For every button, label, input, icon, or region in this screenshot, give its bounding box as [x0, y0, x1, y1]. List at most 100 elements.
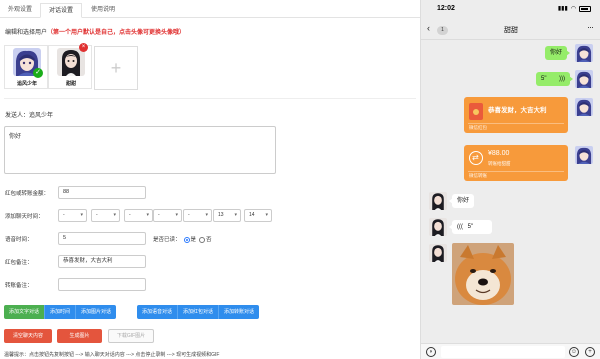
read-status: 是否已读： 是 否	[153, 235, 212, 243]
avatar	[575, 70, 593, 88]
clear-chat-button[interactable]: 清空聊天内容	[4, 329, 52, 343]
add-user-button[interactable]: +	[94, 46, 138, 90]
avatar	[575, 146, 593, 164]
read-no-radio[interactable]	[199, 236, 206, 243]
received-text-bubble: 你好	[448, 194, 475, 208]
add-voice-button[interactable]: 添加语音对话	[137, 305, 178, 319]
plus-icon[interactable]: +	[585, 347, 595, 357]
redpacket-text: 恭喜发财，大吉大利	[488, 107, 547, 114]
message-textarea[interactable]: 你好	[4, 126, 276, 174]
month-select[interactable]: - ▾	[91, 209, 120, 222]
voice-seconds: 5"	[467, 224, 474, 230]
transfer-subtext: 转账给甜甜	[488, 161, 511, 166]
chevron-down-icon: ▾	[205, 212, 208, 218]
transfer-icon	[469, 151, 483, 165]
more-icon[interactable]: ···	[587, 22, 594, 32]
card-divider	[468, 171, 564, 172]
voice-seconds-input[interactable]: 5	[58, 232, 146, 245]
chat-input[interactable]	[441, 346, 565, 358]
tab-instructions[interactable]: 使用说明	[84, 3, 122, 18]
transfer-note-label: 转账备注：	[5, 283, 33, 289]
avatar	[429, 244, 447, 262]
year-select[interactable]: - ▾	[58, 209, 87, 222]
chevron-down-icon: ▾	[175, 212, 178, 218]
voice-seconds: 5"	[541, 76, 547, 82]
redpacket-label: 微信红包	[469, 125, 487, 130]
emoji-icon[interactable]: ☺	[569, 347, 579, 357]
transfer-amount: ¥88.00	[488, 150, 510, 157]
received-voice-bubble: ((( 5"	[449, 220, 492, 234]
chevron-down-icon: ▾	[80, 212, 83, 218]
check-icon: ✓	[33, 68, 43, 78]
read-yes-label: 是	[190, 237, 197, 243]
generate-image-button[interactable]: 生成图片	[57, 329, 102, 343]
minute-select[interactable]: 14 ▾	[244, 209, 272, 222]
settings-tabs: 外观设置 对话设置 使用说明	[0, 3, 420, 18]
users-hint-note: （第一个用户默认是自己，点击头像可更换头像哦）	[47, 30, 186, 36]
read-yes-radio[interactable]	[183, 236, 190, 243]
chat-header: ‹ 1 甜甜 ···	[421, 20, 600, 40]
sender-line: 发送人：追风少年	[5, 110, 53, 119]
transfer-label: 微信转账	[469, 173, 487, 178]
avatar	[575, 98, 593, 116]
add-redpacket-button[interactable]: 添加红包对话	[177, 305, 219, 319]
weekday-select[interactable]: - ▾	[153, 209, 182, 222]
avatar	[429, 218, 447, 236]
editor-panel: 外观设置 对话设置 使用说明 编辑和选择用户（第一个用户默认是自己，点击头像可更…	[0, 0, 420, 359]
download-gif-button[interactable]: 下载GIF图片	[108, 329, 154, 343]
user-name: 甜甜	[65, 81, 76, 87]
sent-text-bubble: 你好	[545, 46, 571, 60]
add-image-button[interactable]: 添加图片对话	[75, 305, 117, 319]
voice-label: 语音时间：	[5, 237, 33, 243]
add-time-label: 添加聊天时间：	[5, 214, 44, 220]
users-hint: 编辑和选择用户（第一个用户默认是自己，点击头像可更换头像哦）	[5, 27, 185, 36]
status-bar: 12:02 ▮▮▮ ◠	[421, 0, 600, 18]
user-card-self[interactable]: ✓ 追风少年	[4, 45, 48, 89]
add-text-button[interactable]: 添加文字对话	[4, 305, 45, 319]
divider	[4, 98, 416, 99]
battery-icon	[579, 5, 591, 12]
hour-select[interactable]: 13 ▾	[213, 209, 241, 222]
wifi-icon: ◠	[570, 6, 576, 12]
voice-icon: (((	[457, 224, 463, 230]
signal-icon: ▮▮▮	[557, 6, 568, 12]
status-time: 12:02	[437, 5, 455, 12]
redpacket-note-input[interactable]: 恭喜发财，大吉大利	[58, 255, 146, 268]
add-transfer-button[interactable]: 添加转账对话	[218, 305, 260, 319]
day-select[interactable]: - ▾	[124, 209, 153, 222]
close-icon[interactable]: ×	[79, 43, 88, 52]
voice-icon[interactable]: ◗	[426, 347, 436, 357]
chevron-down-icon: ▾	[265, 212, 268, 218]
card-divider	[468, 123, 564, 124]
chevron-down-icon: ▾	[234, 212, 237, 218]
chat-input-bar: ◗ ☺ +	[421, 343, 600, 359]
avatar[interactable]	[57, 48, 85, 76]
transfer-card[interactable]: ¥88.00 转账给甜甜 微信转账	[464, 145, 568, 181]
received-image[interactable]	[452, 243, 514, 305]
redpacket-card[interactable]: 恭喜发财，大吉大利 微信红包	[464, 97, 568, 133]
voice-icon: )))	[559, 76, 565, 82]
tab-dialog[interactable]: 对话设置	[40, 3, 82, 18]
period-select[interactable]: - ▾	[183, 209, 212, 222]
transfer-note-input[interactable]	[58, 278, 146, 291]
avatar	[575, 44, 593, 62]
secondary-action-group: 添加语音对话 添加红包对话 添加转账对话	[137, 305, 260, 319]
tab-appearance[interactable]: 外观设置	[0, 3, 40, 18]
redpacket-icon	[469, 103, 483, 120]
amount-label: 红包或转账金额：	[5, 191, 50, 197]
users-hint-prefix: 编辑和选择用户	[5, 30, 48, 36]
chevron-down-icon: ▾	[113, 212, 116, 218]
usage-tip: 温馨提示：点击按钮先复制按钮 ---> 输入聊天对话内容 ---> 点击停止录制…	[4, 352, 220, 358]
read-no-label: 否	[206, 237, 212, 243]
phone-preview: 12:02 ▮▮▮ ◠ ‹ 1 甜甜 ··· 你好 5" ))) 恭喜发财，大吉…	[420, 0, 600, 359]
amount-input[interactable]: 88	[58, 186, 146, 199]
add-time-button[interactable]: 添加时间	[44, 305, 76, 319]
primary-action-group: 添加文字对话 添加时间 添加图片对话	[4, 305, 117, 319]
sender-name: 追风少年	[29, 113, 54, 119]
chevron-down-icon: ▾	[146, 212, 149, 218]
sender-label: 发送人：	[5, 113, 30, 119]
system-icons: ▮▮▮ ◠	[558, 5, 591, 12]
user-card-2[interactable]: × 甜甜	[48, 43, 92, 89]
avatar	[429, 192, 447, 210]
read-label: 是否已读：	[153, 237, 181, 243]
